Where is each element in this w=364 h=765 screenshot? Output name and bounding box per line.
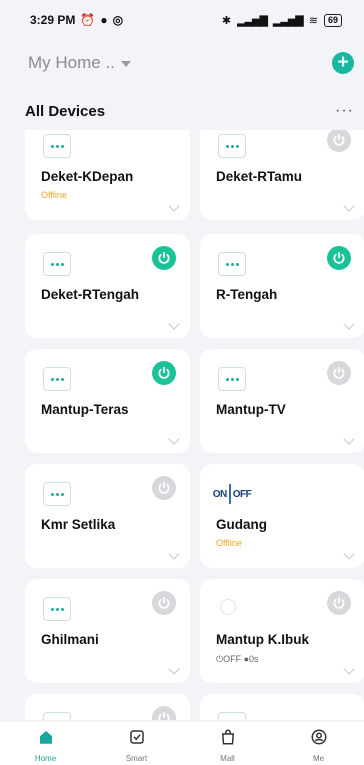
tab-me[interactable]: Me	[284, 728, 354, 763]
chevron-down-icon[interactable]	[168, 548, 180, 560]
signal-icon-2: ▂▃▅▇	[272, 14, 304, 27]
tab-mall[interactable]: Mall	[193, 728, 263, 763]
status-time: 3:29 PM	[30, 13, 76, 27]
device-card[interactable]: Mantup-Teras	[25, 349, 190, 453]
device-card[interactable]	[25, 694, 190, 720]
device-name: Deket-KDepan	[41, 169, 134, 184]
device-card[interactable]: Ghilmani	[25, 579, 190, 683]
chevron-down-icon[interactable]	[343, 200, 355, 212]
device-dots-icon	[43, 482, 71, 506]
status-label: Offline	[41, 190, 67, 200]
bottom-tab-bar: Home Smart Mall Me	[0, 722, 364, 765]
device-card[interactable]: ON OFF Gudang Offline	[200, 464, 364, 568]
wifi-icon: ≋	[308, 14, 318, 27]
app-notification-icon: ◎	[112, 13, 124, 27]
device-grid: Deket-KDepan Offline Deket-RTamu Deket-RTen…	[0, 130, 364, 720]
device-card[interactable]: Deket-KDepan Offline	[25, 130, 190, 220]
section-title: All Devices	[25, 102, 106, 120]
tab-smart[interactable]: Smart	[102, 728, 172, 763]
power-toggle-button[interactable]	[152, 246, 176, 270]
chevron-down-icon[interactable]	[343, 663, 355, 675]
dotted-circle-icon	[220, 599, 236, 615]
tab-label: Mall	[220, 754, 235, 763]
power-toggle-button[interactable]	[327, 246, 351, 270]
device-name: Mantup-TV	[216, 402, 286, 417]
home-name: My Home ..	[28, 53, 115, 72]
power-toggle-button[interactable]	[152, 361, 176, 385]
device-name: R-Tengah	[216, 287, 278, 302]
device-name: Mantup K.Ibuk	[216, 632, 309, 647]
section-row: All Devices ···	[0, 98, 364, 124]
chevron-down-icon[interactable]	[343, 548, 355, 560]
device-card[interactable]: Deket-RTamu	[200, 130, 364, 220]
tab-label: Smart	[125, 754, 148, 763]
device-dots-icon	[43, 712, 71, 720]
profile-icon	[310, 728, 328, 751]
on-off-logo-icon: ON OFF	[212, 480, 252, 508]
device-dots-icon	[218, 252, 246, 276]
device-card[interactable]: Mantup-TV	[200, 349, 364, 453]
device-dots-icon	[218, 134, 246, 158]
chevron-down-icon[interactable]	[168, 200, 180, 212]
home-icon	[37, 728, 55, 751]
device-name: Kmr Setlika	[41, 517, 116, 532]
device-name: Deket-RTengah	[41, 287, 140, 302]
device-card[interactable]: Kmr Setlika	[25, 464, 190, 568]
device-card[interactable]: Deket-RTengah	[25, 234, 190, 338]
status-bar: 3:29 PM ⏰ ● ◎ ✱ ▂▃▅▇ ▂▃▅▇ ≋ 69	[0, 0, 364, 40]
device-name: Ghilmani	[41, 632, 99, 647]
chat-bubble-icon: ●	[100, 13, 108, 27]
chevron-down-icon[interactable]	[343, 433, 355, 445]
alarm-icon: ⏰	[80, 13, 96, 27]
device-card[interactable]: Mantup K.Ibuk ⏻OFF ●0s	[200, 579, 364, 683]
tab-label: Home	[34, 754, 57, 763]
device-name: Mantup-Teras	[41, 402, 129, 417]
caret-down-icon	[120, 61, 131, 67]
device-name: Gudang	[216, 517, 267, 532]
power-toggle-button[interactable]	[152, 706, 176, 720]
device-card[interactable]	[200, 694, 364, 720]
more-options-icon[interactable]: ···	[335, 103, 354, 119]
device-dots-icon	[43, 252, 71, 276]
tab-home[interactable]: Home	[11, 728, 81, 763]
checkbox-icon	[128, 728, 146, 751]
battery-icon: 69	[323, 13, 342, 27]
home-selector[interactable]: My Home ..	[28, 53, 131, 73]
power-toggle-button[interactable]	[327, 361, 351, 385]
device-dots-icon	[218, 712, 246, 720]
device-card[interactable]: R-Tengah	[200, 234, 364, 338]
status-label: Offline	[216, 538, 242, 548]
shopping-bag-icon	[219, 728, 237, 751]
device-dots-icon	[43, 597, 71, 621]
power-toggle-button[interactable]	[327, 130, 351, 152]
chevron-down-icon[interactable]	[168, 663, 180, 675]
bluetooth-icon: ✱	[221, 14, 232, 27]
chevron-down-icon[interactable]	[168, 433, 180, 445]
add-device-button[interactable]: +	[332, 52, 354, 74]
power-toggle-button[interactable]	[152, 591, 176, 615]
tab-label: Me	[312, 754, 325, 763]
device-dots-icon	[218, 367, 246, 391]
chevron-down-icon[interactable]	[343, 318, 355, 330]
power-toggle-button[interactable]	[327, 591, 351, 615]
signal-icon: ▂▃▅▇	[237, 14, 268, 27]
header: My Home .. +	[0, 46, 364, 80]
device-name: Deket-RTamu	[216, 169, 303, 184]
device-dots-icon	[43, 367, 71, 391]
chevron-down-icon[interactable]	[168, 318, 180, 330]
power-toggle-button[interactable]	[152, 476, 176, 500]
device-dots-icon	[43, 134, 71, 158]
device-sub-status: ⏻OFF ●0s	[216, 654, 259, 664]
